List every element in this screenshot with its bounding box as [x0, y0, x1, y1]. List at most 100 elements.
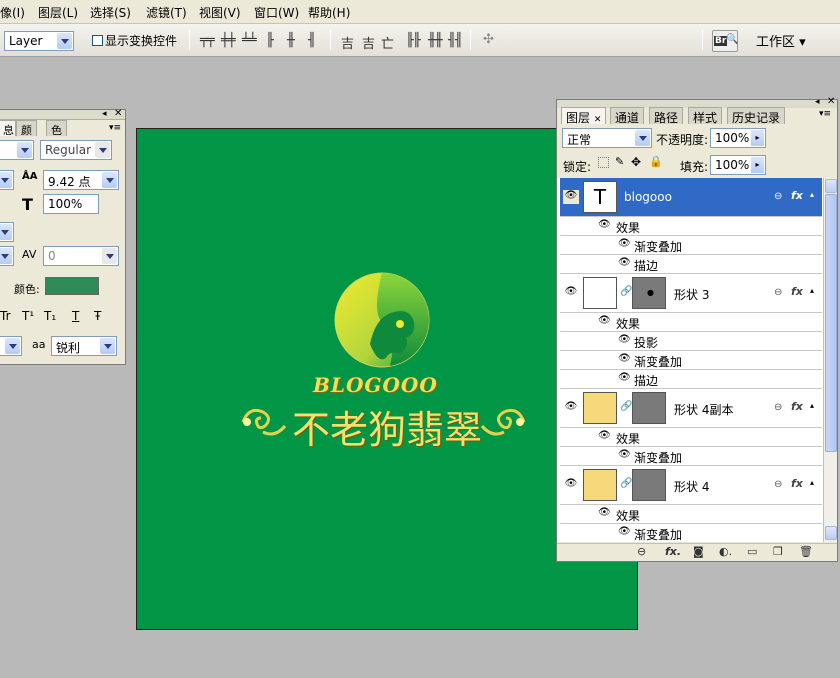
effect-row[interactable]: 👁 渐变叠加	[560, 447, 822, 466]
effects-row[interactable]: 👁 效果	[560, 313, 822, 332]
tab-swatches[interactable]: 色板	[46, 120, 67, 153]
layer-row-blogooo[interactable]: 👁 T blogooo ⊖ fx ▴	[560, 178, 822, 217]
expand-icon[interactable]: ▴	[810, 478, 814, 487]
fx-icon[interactable]: fx	[791, 400, 803, 413]
auto-select-dropdown[interactable]: Layer	[4, 31, 74, 51]
panel-menu-icon[interactable]: ▾≡	[819, 109, 831, 119]
style-superscript-icon[interactable]: T¹	[22, 309, 34, 323]
effects-row[interactable]: 👁 效果	[560, 505, 822, 524]
layer-name[interactable]: 形状 4	[674, 478, 709, 495]
font-family-dropdown[interactable]	[0, 140, 34, 160]
layer-row-shape-4[interactable]: 👁 🔗 形状 4 ⊖ fx ▴	[560, 466, 822, 505]
distribute-right-icon[interactable]: ╢╢	[448, 33, 463, 48]
distribute-hcenter-icon[interactable]: ╫╫	[428, 33, 443, 48]
eye-icon[interactable]: 👁	[618, 257, 631, 268]
lock-pixels-icon[interactable]: ✎	[615, 155, 624, 168]
align-vcenter-icon[interactable]: ╪╪	[221, 33, 236, 48]
effect-row[interactable]: 👁 渐变叠加	[560, 351, 822, 370]
eye-icon[interactable]: 👁	[563, 401, 579, 415]
distribute-bottom-icon[interactable]: 亡	[381, 33, 394, 52]
eye-icon[interactable]: 👁	[563, 478, 579, 492]
fx-icon[interactable]: fx	[791, 285, 803, 298]
align-top-icon[interactable]: ╤╤	[200, 33, 215, 48]
adjustment-layer-icon[interactable]: ◐.	[719, 545, 732, 558]
trash-icon[interactable]: 🗑	[799, 545, 813, 558]
layers-scrollbar[interactable]	[823, 178, 837, 542]
eye-icon[interactable]: 👁	[563, 190, 579, 204]
scroll-down-icon[interactable]	[825, 526, 837, 540]
antialias-dropdown[interactable]: 锐利	[51, 336, 117, 356]
effect-row[interactable]: 👁 投影	[560, 332, 822, 351]
show-transform-checkbox[interactable]	[92, 35, 103, 46]
fill-slider-button[interactable]: ▸	[751, 157, 764, 173]
distribute-top-icon[interactable]: 吉	[341, 33, 354, 52]
tab-paths[interactable]: 路径	[649, 107, 684, 125]
align-hcenter-icon[interactable]: ╫	[287, 33, 295, 48]
tab-info[interactable]: 息	[0, 120, 16, 137]
style-underline-icon[interactable]: T	[72, 309, 79, 323]
fill-field[interactable]: 100% ▸	[710, 155, 766, 175]
bridge-button[interactable]: Br 🔍	[712, 30, 738, 52]
effects-row[interactable]: 👁 效果	[560, 428, 822, 447]
language-dropdown[interactable]	[0, 336, 22, 356]
effect-row[interactable]: 👁 渐变叠加	[560, 524, 822, 542]
align-bottom-icon[interactable]: ╧╧	[242, 33, 257, 48]
eye-icon[interactable]: 👁	[598, 219, 611, 230]
distribute-left-icon[interactable]: ╟╟	[406, 33, 421, 48]
tab-styles[interactable]: 样式	[688, 107, 723, 125]
eye-icon[interactable]: 👁	[563, 286, 579, 300]
menu-layer[interactable]: 图层(L)	[38, 4, 78, 21]
style-all-caps-icon[interactable]: Tr	[0, 309, 11, 323]
menu-image[interactable]: 像(I)	[0, 4, 25, 21]
chain-icon[interactable]: 🔗	[620, 478, 632, 489]
baseline-dropdown[interactable]	[0, 246, 14, 266]
close-icon[interactable]: ✕	[594, 115, 602, 125]
scrollbar-thumb[interactable]	[825, 194, 837, 452]
effects-row[interactable]: 👁 效果	[560, 217, 822, 236]
scroll-up-icon[interactable]	[825, 179, 837, 193]
tab-history[interactable]: 历史记录	[727, 107, 786, 125]
tab-color[interactable]: 颜色	[16, 120, 37, 153]
eye-icon[interactable]: 👁	[598, 315, 611, 326]
eye-icon[interactable]: 👁	[618, 353, 631, 364]
new-group-icon[interactable]: ▭	[747, 545, 757, 558]
tracking-field[interactable]: 0	[43, 246, 119, 266]
layer-row-shape-4-copy[interactable]: 👁 🔗 形状 4副本 ⊖ fx ▴	[560, 389, 822, 428]
blend-mode-dropdown[interactable]: 正常	[562, 128, 652, 148]
style-strikethrough-icon[interactable]: Ŧ	[94, 309, 101, 323]
align-left-icon[interactable]: ╟	[266, 33, 274, 48]
eye-icon[interactable]: 👁	[598, 430, 611, 441]
fx-icon[interactable]: fx	[791, 477, 803, 490]
tab-channels[interactable]: 通道	[610, 107, 645, 125]
lock-all-icon[interactable]: 🔒	[649, 155, 663, 168]
scale-field[interactable]: 100%	[43, 194, 99, 214]
collapse-icon[interactable]: ◂	[102, 109, 107, 119]
eye-icon[interactable]: 👁	[618, 238, 631, 249]
auto-align-icon[interactable]: ✣	[483, 32, 494, 47]
font-size-dropdown[interactable]	[0, 170, 14, 190]
tab-layers[interactable]: 图层 ✕	[561, 107, 607, 125]
layer-name[interactable]: 形状 4副本	[674, 401, 733, 418]
panel-menu-icon[interactable]: ▾≡	[109, 123, 121, 133]
layer-name[interactable]: blogooo	[624, 190, 672, 204]
style-subscript-icon[interactable]: T₁	[44, 309, 56, 323]
effect-row[interactable]: 👁 描边	[560, 370, 822, 389]
close-icon[interactable]: ✕	[114, 108, 122, 119]
new-layer-icon[interactable]: ❐	[773, 545, 783, 558]
expand-icon[interactable]: ▴	[810, 286, 814, 295]
add-style-icon[interactable]: fx.	[665, 545, 681, 558]
leading-field[interactable]: 9.42 点	[43, 170, 119, 190]
font-style-dropdown[interactable]: Regular	[40, 140, 112, 160]
effect-row[interactable]: 👁 渐变叠加	[560, 236, 822, 255]
chain-icon[interactable]: 🔗	[620, 286, 632, 297]
opacity-field[interactable]: 100% ▸	[710, 128, 766, 148]
lock-position-icon[interactable]: ✥	[631, 155, 641, 169]
eye-icon[interactable]: 👁	[618, 526, 631, 537]
align-right-icon[interactable]: ╢	[308, 33, 316, 48]
opacity-slider-button[interactable]: ▸	[751, 130, 764, 146]
workspace-button[interactable]: 工作区 ▾	[756, 31, 806, 50]
expand-icon[interactable]: ▴	[810, 401, 814, 410]
menu-select[interactable]: 选择(S)	[90, 4, 131, 21]
kerning-dropdown[interactable]	[0, 222, 14, 242]
effect-row[interactable]: 👁 描边	[560, 255, 822, 274]
